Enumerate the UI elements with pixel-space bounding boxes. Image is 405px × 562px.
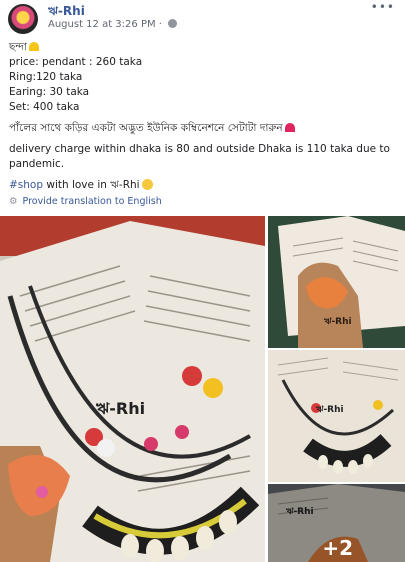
photo-main[interactable]: ঋ-Rhi bbox=[0, 216, 265, 562]
globe-icon[interactable] bbox=[168, 19, 178, 28]
gear-icon: ⚙ bbox=[9, 196, 18, 207]
price-pendant: price: pendant : 260 taka bbox=[9, 56, 143, 68]
post-title-line: ছন্দা bbox=[9, 40, 399, 55]
svg-text:ঋ-Rhi: ঋ-Rhi bbox=[323, 317, 352, 327]
post-title: ছন্দা bbox=[9, 41, 27, 53]
bengali-description: পাঁলের সাথে কড়ির একটা অদ্ভুত ইউনিক কম্ব… bbox=[9, 121, 399, 136]
price-set: Set: 400 taka bbox=[9, 101, 80, 113]
more-dots-icon[interactable]: ••• bbox=[371, 0, 395, 14]
meta-separator: · bbox=[158, 19, 162, 30]
post-timestamp[interactable]: August 12 at 3:26 PM bbox=[48, 19, 156, 30]
translate-link[interactable]: ⚙ Provide translation to English bbox=[9, 196, 162, 207]
smile-emoji-icon bbox=[141, 179, 153, 190]
more-photos-count[interactable]: +2 bbox=[322, 536, 353, 560]
photo-main-image: ঋ-Rhi bbox=[0, 216, 265, 562]
delivery-line-2: pandemic. bbox=[9, 158, 65, 170]
svg-text:ঋ-Rhi: ঋ-Rhi bbox=[315, 405, 344, 415]
delivery-line-1: delivery charge within dhaka is 80 and o… bbox=[9, 143, 390, 155]
yellow-heart-icon bbox=[28, 42, 39, 51]
price-ring: Ring:120 taka bbox=[9, 71, 83, 83]
photo-thumb-2-image: ঋ-Rhi bbox=[268, 350, 405, 482]
red-heart-icon bbox=[284, 123, 295, 132]
photo-watermark: ঋ-Rhi bbox=[95, 399, 145, 418]
closing-text: with love in ঋ-Rhi bbox=[43, 179, 140, 191]
author-avatar[interactable] bbox=[8, 4, 38, 34]
price-earing: Earing: 30 taka bbox=[9, 86, 90, 98]
facebook-post: ঋ-Rhi August 12 at 3:26 PM · ••• ছন্দা p… bbox=[0, 0, 405, 562]
post-meta: August 12 at 3:26 PM · bbox=[48, 19, 178, 30]
translate-label[interactable]: Provide translation to English bbox=[23, 196, 162, 207]
photo-thumb-1-image: ঋ-Rhi bbox=[268, 216, 405, 348]
hashtag-link[interactable]: #shop bbox=[9, 179, 43, 191]
photo-thumb-2[interactable]: ঋ-Rhi bbox=[268, 350, 405, 482]
photo-thumb-1[interactable]: ঋ-Rhi bbox=[268, 216, 405, 348]
post-body: ছন্দা price: pendant : 260 taka Ring:120… bbox=[9, 40, 399, 193]
closing-line: #shop with love in ঋ-Rhi bbox=[9, 178, 399, 193]
photo-thumb-3[interactable]: ঋ-Rhi +2 bbox=[268, 484, 405, 562]
